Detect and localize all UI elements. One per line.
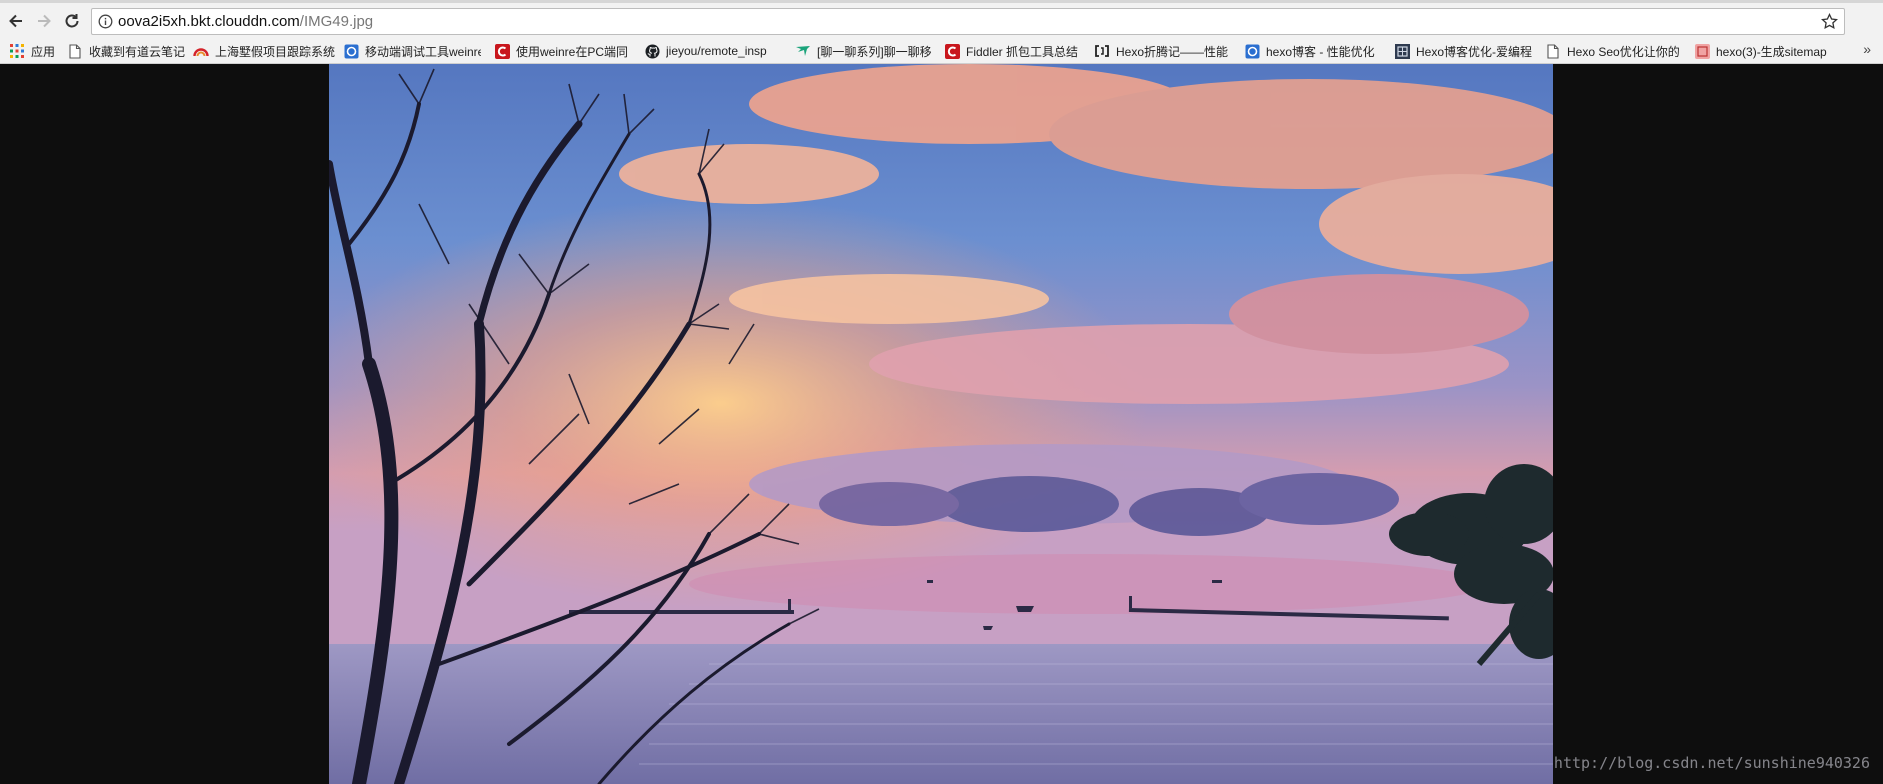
- bookmark-item[interactable]: 上海墅假项目跟踪系统: [193, 41, 335, 61]
- watermark-text: http://blog.csdn.net/sunshine940326: [1553, 754, 1870, 772]
- blue-circle-icon: [343, 43, 359, 59]
- forward-arrow-icon: [38, 14, 51, 28]
- back-arrow-icon: [9, 14, 22, 28]
- bookmark-item[interactable]: Hexo Seo优化让你的: [1545, 41, 1681, 61]
- url-text[interactable]: oova2i5xh.bkt.clouddn.com/IMG49.jpg: [118, 13, 373, 30]
- bookmark-item[interactable]: [聊一聊系列]聊一聊移: [795, 41, 931, 61]
- reload-icon: [65, 14, 79, 28]
- bookmarks-bar: 应用 收藏到有道云笔记 上海墅假项目跟踪系统 移动端调试工具weinre 使用w…: [0, 39, 1883, 63]
- bookmark-label: Fiddler 抓包工具总结: [966, 44, 1079, 59]
- github-icon: [644, 43, 660, 59]
- csdn-c-icon: [494, 43, 510, 59]
- bookmark-apps[interactable]: 应用: [9, 41, 59, 61]
- bookmark-label: 上海墅假项目跟踪系统: [215, 44, 335, 59]
- address-bar[interactable]: oova2i5xh.bkt.clouddn.com/IMG49.jpg: [91, 8, 1845, 35]
- sunset-photo: [329, 64, 1553, 784]
- blue-circle-icon: [1244, 43, 1260, 59]
- bookmark-label: [聊一聊系列]聊一聊移: [817, 44, 931, 59]
- bookmarks-overflow-chevron-icon[interactable]: »: [1863, 41, 1871, 57]
- bookmark-item[interactable]: Fiddler 抓包工具总结: [944, 41, 1081, 61]
- browser-chrome: oova2i5xh.bkt.clouddn.com/IMG49.jpg 应用 收…: [0, 0, 1883, 64]
- bookmark-star-icon[interactable]: [1821, 12, 1838, 35]
- reload-button[interactable]: [60, 9, 84, 33]
- bookmark-label: Hexo Seo优化让你的: [1567, 44, 1680, 59]
- bookmark-label: 应用: [31, 44, 56, 59]
- url-host: oova2i5xh.bkt.clouddn.com: [118, 13, 300, 30]
- rainbow-icon: [193, 43, 209, 59]
- bookmark-label: 使用weinre在PC端同: [516, 44, 629, 59]
- code-bracket-icon: [1094, 43, 1110, 59]
- bookmark-label: 收藏到有道云笔记: [89, 44, 186, 59]
- bookmark-item[interactable]: Hexo折腾记——性能: [1094, 41, 1232, 61]
- page-icon: [67, 43, 83, 59]
- info-icon[interactable]: [98, 14, 113, 34]
- bookmark-item[interactable]: hexo博客 - 性能优化: [1244, 41, 1380, 61]
- bookmark-item[interactable]: 使用weinre在PC端同: [494, 41, 630, 61]
- image-viewer: [329, 64, 1553, 784]
- sea-area: [329, 644, 1553, 784]
- dark-square-icon: [1394, 43, 1410, 59]
- apps-grid-icon: [9, 43, 25, 59]
- bookmark-label: hexo博客 - 性能优化: [1266, 44, 1375, 59]
- bookmark-item[interactable]: hexo(3)-生成sitemap: [1694, 41, 1832, 61]
- bookmark-label: 移动端调试工具weinre: [365, 44, 481, 59]
- bookmark-label: Hexo博客优化-爱编程: [1416, 44, 1532, 59]
- bookmark-label: jieyou/remote_insp: [666, 44, 767, 58]
- bookmark-label: hexo(3)-生成sitemap: [1716, 44, 1827, 59]
- csdn-c-icon: [944, 43, 960, 59]
- bookmark-item[interactable]: 收藏到有道云笔记: [67, 41, 187, 61]
- bookmark-item[interactable]: jieyou/remote_insp: [644, 41, 781, 61]
- browser-toolbar: oova2i5xh.bkt.clouddn.com/IMG49.jpg: [0, 3, 1883, 39]
- url-path: /IMG49.jpg: [299, 13, 374, 30]
- back-button[interactable]: [4, 9, 28, 33]
- green-leaf-icon: [795, 43, 811, 59]
- bookmark-item[interactable]: 移动端调试工具weinre: [343, 41, 481, 61]
- forward-button[interactable]: [32, 9, 56, 33]
- bookmark-label: Hexo折腾记——性能: [1116, 44, 1229, 59]
- page-icon: [1545, 43, 1561, 59]
- bookmark-item[interactable]: Hexo博客优化-爱编程: [1394, 41, 1532, 61]
- pink-square-icon: [1694, 43, 1710, 59]
